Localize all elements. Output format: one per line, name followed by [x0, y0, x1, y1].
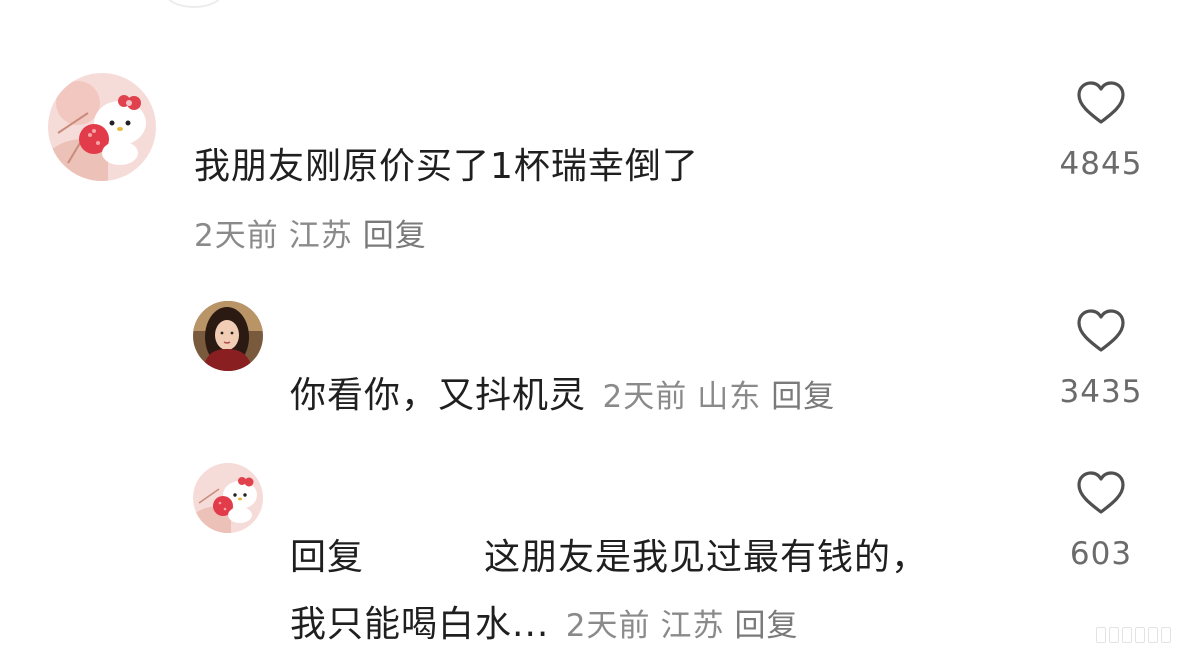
previous-avatar-edge [165, 0, 223, 8]
comment-section: 我朋友刚原价买了1杯瑞幸倒了 2天前 江苏 回复 4845 你看你，又抖机灵 2天前… [0, 0, 1179, 671]
reply-button[interactable]: 回复 [771, 379, 835, 415]
portrait-avatar-icon [193, 301, 263, 371]
heart-outline-icon [1077, 81, 1125, 124]
heart-outline-icon [1077, 471, 1125, 514]
reply-comment-line2: 我只能喝白水... 2天前 江苏 回复 [290, 603, 809, 648]
reply-comment-line1: 回复 这朋友是我见过最有钱的， [290, 536, 928, 580]
reply-text: 这朋友是我见过最有钱的， [484, 537, 929, 578]
reply-button[interactable]: 回复 [363, 218, 427, 254]
heart-outline-icon [1077, 309, 1125, 352]
like-count: 603 [1069, 536, 1133, 572]
reply-location: 江苏 [660, 608, 725, 644]
like-button[interactable]: 603 [1051, 470, 1151, 572]
hello-kitty-avatar-icon [48, 73, 156, 181]
reply-meta: 2天前 江苏 回复 [566, 608, 809, 644]
like-count: 3435 [1059, 374, 1143, 410]
avatar[interactable] [193, 463, 263, 533]
reply-text: 你看你，又抖机灵 [290, 375, 587, 416]
reply-text-cont: 我只能喝白水... [290, 604, 550, 645]
like-button[interactable]: 3435 [1051, 308, 1151, 410]
reply-comment: 你看你，又抖机灵 2天前 山东 回复 [290, 374, 845, 419]
watermark [1096, 627, 1171, 643]
reply-time: 2天前 [602, 379, 688, 415]
avatar[interactable] [193, 301, 263, 371]
comment-meta: 2天前 江苏 回复 [194, 214, 437, 258]
reply-location: 山东 [697, 379, 762, 415]
like-button[interactable]: 4845 [1051, 80, 1151, 182]
reply-button[interactable]: 回复 [735, 608, 799, 644]
comment-location: 江苏 [288, 218, 353, 254]
reply-time: 2天前 [565, 608, 651, 644]
reply-prefix: 回复 [290, 537, 365, 578]
like-count: 4845 [1059, 146, 1143, 182]
comment-time: 2天前 [194, 218, 279, 254]
comment-text: 我朋友刚原价买了1杯瑞幸倒了 [194, 146, 699, 187]
hello-kitty-avatar-icon [193, 463, 263, 533]
avatar[interactable] [48, 73, 156, 181]
reply-meta: 2天前 山东 回复 [602, 379, 845, 415]
